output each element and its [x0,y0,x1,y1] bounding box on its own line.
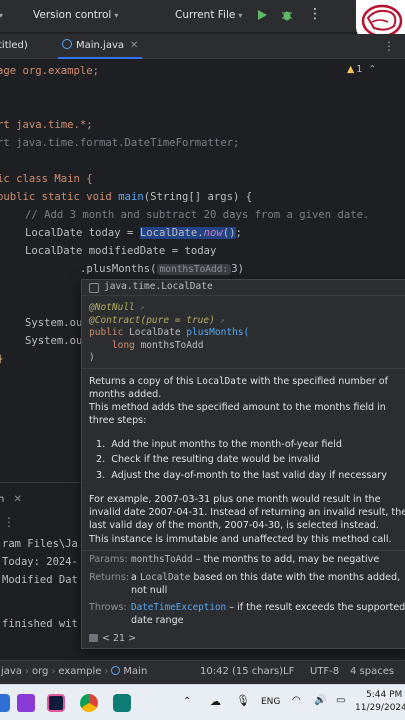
java-class-icon [62,39,72,49]
close-icon: ✕ [13,494,22,505]
code-line: System.ou [25,335,83,347]
cloud-icon[interactable]: ☁ [210,695,221,708]
code-line: ic class Main { [0,173,93,185]
more-icon[interactable]: ⋮ [3,513,15,531]
run-icon[interactable] [255,8,269,22]
run-configuration-selector[interactable]: Current File ▾ [175,9,242,21]
editor-tab-bar: titled) Main.java ✕ ⋮ [0,34,405,59]
doc-description: Returns a copy of this LocalDate with th… [89,376,389,400]
doc-steps-list: 1. Add the input months to the month-of-… [96,437,405,483]
chevron-down-icon: ▾ [0,11,4,20]
doc-example: For example, 2007-03-31 plus one month w… [89,494,405,531]
speaker-icon[interactable]: 🔊 [314,695,326,706]
warning-icon: ▲ [347,64,355,75]
battery-icon[interactable]: ▭ [336,695,345,706]
code-line: LocalDate today = LocalDate.now(); [25,227,242,239]
visual-studio-icon[interactable] [17,694,35,712]
microphone-icon[interactable]: 🎙 [236,694,250,707]
list-item: 3. Adjust the day-of-month to the last v… [96,469,387,481]
run-tab[interactable]: n ✕ [0,491,22,509]
library-icon [89,634,98,642]
windows-taskbar: ⌃ ☁ 🎙 ENG ◠ 🔊 ▭ 5:44 PM 11/29/2024 [0,684,405,720]
doc-description: This method adds the specified amount to… [89,402,386,426]
more-actions-icon[interactable]: ⋮ [308,6,322,22]
chevron-up-icon[interactable]: ⌃ [183,696,191,707]
tab-main-java[interactable]: Main.java ✕ [58,34,143,59]
tab-untitled[interactable]: titled) [0,34,28,59]
list-item: 2. Check if the resulting date would be … [96,454,320,466]
code-line: // Add 3 month and subtract 20 days from… [25,209,370,221]
debug-icon[interactable] [280,8,294,22]
status-bar: java › org › example › Main 10:42 (15 chars) L… [0,660,405,684]
list-item: 1. Add the input months to the month-of-… [96,439,343,450]
console-line: finished wit [2,618,78,630]
doc-header: java.time.LocalDate [82,280,405,296]
wifi-icon[interactable]: ◠ [292,695,301,706]
code-line: rt java.time.format.DateTimeFormatter; [0,137,240,149]
caret-position[interactable]: 10:42 (15 chars) [200,666,283,677]
file-encoding[interactable]: UTF-8 [310,666,339,677]
code-line: age org.example; [0,65,100,77]
quick-documentation-popup[interactable]: java.time.LocalDate @NotNull ↗ @Contract… [81,279,405,649]
console-line: Today: 2024- [2,556,78,568]
doc-divider [82,368,405,369]
code-line: .plusMonths(monthsToAdd: 3) [80,263,244,275]
exception-link[interactable]: DateTimeException [131,602,226,613]
inspection-widget[interactable]: ▲ 1 ⌃ [347,64,376,75]
doc-immutability: This instance is immutable and unaffecte… [89,534,392,545]
console-line: Modified Dat [2,574,78,586]
project-widget[interactable]: ▾ [0,9,3,21]
language-indicator[interactable]: ENG [261,697,280,707]
terminal-app-icon[interactable] [113,694,131,712]
breadcrumb[interactable]: java › org › example › Main [1,666,147,677]
main-toolbar: ▾ Version control ▾ Current File ▾ ⋮ [0,0,405,32]
version-control-widget[interactable]: Version control ▾ [33,9,118,21]
doc-signature: @NotNull ↗ @Contract(pure = true) ↗ publ… [89,302,250,364]
chevron-up-icon: ⌃ [368,64,377,75]
chevron-down-icon: ▾ [238,11,243,20]
code-line: LocalDate modifiedDate = today [25,245,217,257]
code-line: rt java.time.*; [0,119,93,131]
app-icon[interactable] [0,694,10,712]
line-separator[interactable]: LF [283,666,294,677]
console-line: ram Files\Ja [2,538,78,550]
clock-date[interactable]: 11/29/2024 [355,703,405,713]
indent-setting[interactable]: 4 spaces [350,666,394,677]
chevron-down-icon: ▾ [114,11,119,20]
class-icon [111,666,121,675]
clock-time[interactable]: 5:44 PM [366,690,402,700]
chrome-icon[interactable] [80,694,98,712]
parameter-hint: monthsToAdd: [156,264,232,275]
close-tab-icon[interactable]: ✕ [130,40,138,51]
intellij-icon[interactable] [47,694,65,712]
doc-divider [82,550,405,551]
class-icon [89,283,99,293]
tab-actions-icon[interactable]: ⋮ [383,34,395,59]
code-line: public static void main(String[] args) { [0,191,253,203]
code-line: } [0,350,3,368]
code-line: System.ou [25,317,83,329]
jdk-version-nav[interactable]: < 21 > [89,633,136,644]
